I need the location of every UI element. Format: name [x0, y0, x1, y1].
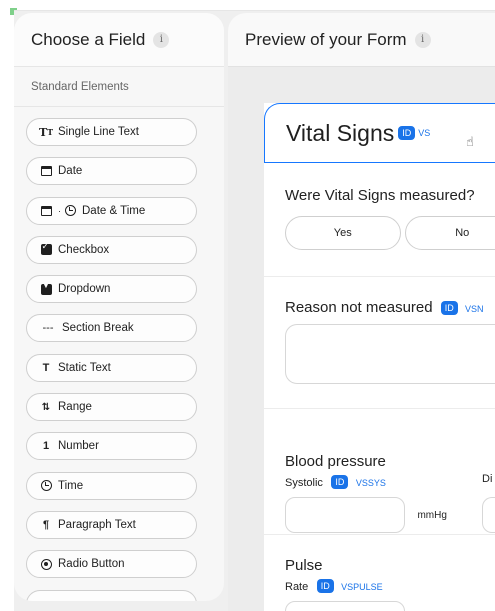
id-code: VSN: [464, 304, 484, 314]
field-item-label: Static Text: [58, 361, 111, 374]
form-preview-header: Preview of your Form i: [228, 13, 495, 67]
static-text-icon: T: [42, 361, 50, 374]
field-item-date-time[interactable]: · Date & Time: [26, 196, 197, 225]
paragraph-icon: ¶: [42, 518, 50, 531]
form-card: Vital Signs ID VS ☝ Were Vital Signs mea…: [264, 103, 495, 611]
question-pulse: Pulse Rate ID VSPULSE: [264, 535, 495, 611]
yes-button[interactable]: Yes: [285, 216, 401, 250]
rate-input-row: [285, 601, 495, 611]
question-vitals-measured: Were Vital Signs measured? Yes No: [264, 163, 495, 277]
rate-input[interactable]: [285, 601, 405, 611]
field-item-partial[interactable]: [26, 589, 197, 601]
rate-label: Rate: [285, 581, 309, 593]
section-break-icon: ---: [42, 322, 54, 335]
section-label-standard: Standard Elements: [14, 67, 224, 107]
clock-icon: [64, 205, 76, 217]
field-item-label: Date & Time: [82, 204, 146, 217]
form-title-box[interactable]: Vital Signs ID VS ☝: [264, 103, 495, 163]
field-item-number[interactable]: 1 Number: [26, 432, 197, 461]
form-title: Vital Signs: [286, 119, 395, 146]
hand-pointer-icon: ☝: [466, 134, 474, 149]
systolic-label: Systolic: [285, 477, 323, 489]
field-item-time[interactable]: Time: [26, 471, 197, 500]
clock-icon: [40, 480, 52, 492]
field-chooser-header: Choose a Field i: [14, 13, 224, 67]
question-reason-not-measured: Reason not measured ID VSN: [264, 277, 495, 409]
number-icon: 1: [42, 440, 50, 453]
question-blood-pressure: Blood pressure Systolic ID VSSYS Di mmHg: [264, 409, 495, 535]
field-item-label: Time: [58, 479, 84, 492]
question-title-text: Reason not measured: [285, 299, 433, 316]
field-item-label: Dropdown: [58, 283, 111, 296]
systolic-input-row: mmHg: [285, 497, 495, 533]
form-preview-title: Preview of your Form: [245, 29, 407, 49]
radio-icon: [40, 558, 52, 570]
field-chooser-title: Choose a Field: [31, 29, 146, 49]
calendar-icon: [40, 205, 52, 217]
field-item-date[interactable]: Date: [26, 157, 197, 186]
field-item-label: Date: [58, 165, 83, 178]
field-item-label: Section Break: [62, 322, 134, 335]
question-title: Were Vital Signs measured?: [285, 187, 475, 204]
id-code: VS: [418, 128, 431, 138]
field-item-radio-button[interactable]: Radio Button: [26, 550, 197, 579]
id-code: VSSYS: [355, 478, 386, 488]
form-preview-panel: Preview of your Form i Vital Signs ID VS…: [228, 13, 495, 611]
no-button[interactable]: No: [404, 216, 495, 250]
id-badge: ID: [440, 301, 458, 316]
unit-label: mmHg: [417, 509, 447, 521]
diastolic-label: Di: [482, 473, 493, 485]
info-icon[interactable]: i: [414, 31, 431, 48]
text-tt-icon: TT: [38, 125, 54, 139]
field-item-checkbox[interactable]: ✓ Checkbox: [26, 235, 197, 264]
range-icon: ⇅: [41, 401, 51, 413]
field-item-section-break[interactable]: --- Section Break: [26, 314, 197, 343]
field-item-label: Single Line Text: [58, 126, 139, 138]
yes-no-group: Yes No: [285, 216, 495, 250]
field-list: TT Single Line Text Date · Date & Time ✓…: [14, 107, 224, 601]
field-chooser-panel: Choose a Field i Standard Elements TT Si…: [14, 13, 224, 601]
field-item-label: Number: [58, 440, 99, 453]
field-item-range[interactable]: ⇅ Range: [26, 393, 197, 422]
question-title: Pulse: [285, 557, 323, 574]
dropdown-icon: ▼: [40, 283, 52, 295]
systolic-row: Systolic ID VSSYS Di: [285, 473, 495, 491]
calendar-icon: [40, 165, 52, 177]
checkbox-icon: ✓: [40, 241, 52, 256]
field-item-dropdown[interactable]: ▼ Dropdown: [26, 275, 197, 304]
field-item-single-line-text[interactable]: TT Single Line Text: [26, 118, 197, 146]
info-icon[interactable]: i: [153, 31, 170, 48]
id-badge: ID: [398, 126, 416, 140]
id-badge: ID: [316, 578, 334, 593]
rate-row: Rate ID VSPULSE: [285, 577, 495, 595]
field-item-label: Paragraph Text: [58, 518, 136, 531]
field-item-label: Radio Button: [58, 558, 125, 571]
dot-separator: ·: [58, 205, 61, 216]
field-item-label: Range: [58, 401, 92, 414]
id-code: VSPULSE: [341, 582, 383, 592]
field-item-static-text[interactable]: T Static Text: [26, 353, 197, 382]
field-item-paragraph-text[interactable]: ¶ Paragraph Text: [26, 510, 197, 539]
diastolic-input[interactable]: [482, 497, 495, 533]
field-item-label: Checkbox: [58, 243, 110, 256]
systolic-input[interactable]: [285, 497, 405, 533]
question-title: Blood pressure: [285, 453, 386, 470]
question-title: Reason not measured ID VSN: [285, 299, 495, 316]
id-badge: ID: [331, 474, 349, 489]
reason-textarea[interactable]: [285, 324, 495, 384]
